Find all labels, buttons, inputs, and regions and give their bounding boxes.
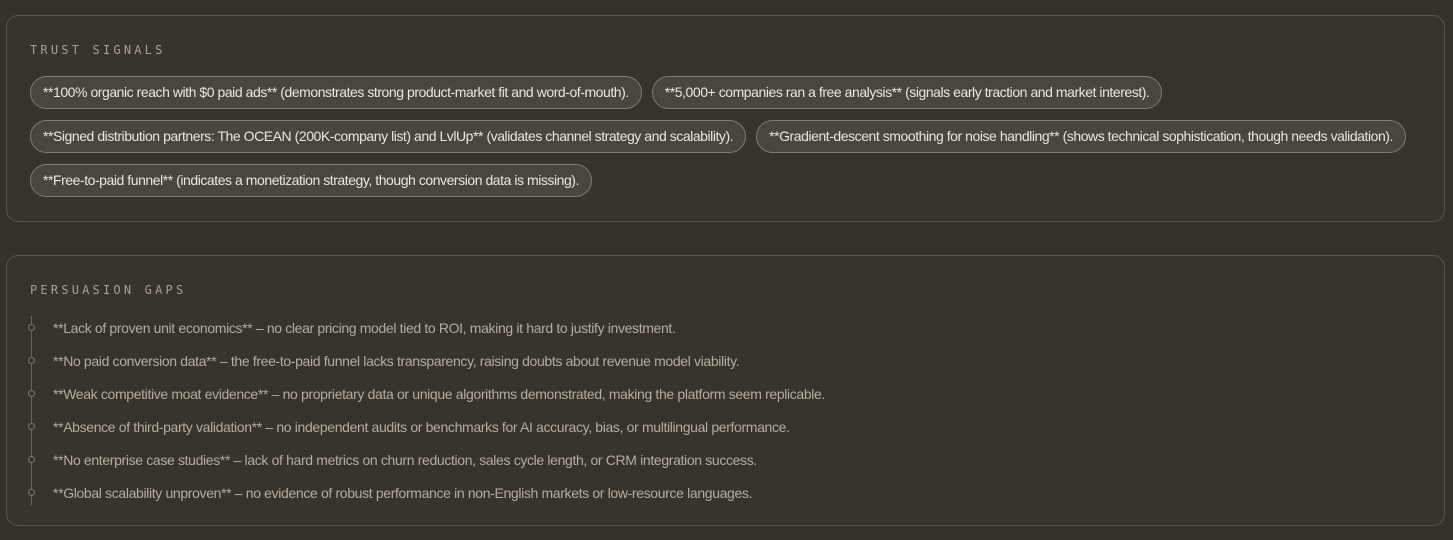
list-item: **Global scalability unproven** – no evi… — [28, 481, 825, 505]
trust-signals-title: TRUST SIGNALS — [30, 43, 166, 57]
list-item: **Weak competitive moat evidence** – no … — [28, 382, 826, 415]
trust-signal-chip: **5,000+ companies ran a free analysis**… — [651, 76, 1163, 109]
bullet-dot-icon — [28, 390, 35, 397]
bullet-dot-icon — [28, 324, 35, 331]
list-item: **Lack of proven unit economics** – no c… — [28, 316, 825, 349]
gap-text: **No enterprise case studies** – lack of… — [53, 452, 757, 468]
gap-text: **Weak competitive moat evidence** – no … — [53, 386, 826, 402]
list-item: **No paid conversion data** – the free-t… — [28, 349, 825, 382]
gap-text: **No paid conversion data** – the free-t… — [53, 353, 740, 369]
bullet-dot-icon — [28, 423, 35, 430]
trust-signal-chip: **100% organic reach with $0 paid ads** … — [30, 76, 642, 109]
list-item: **Absence of third-party validation** – … — [28, 415, 825, 448]
bullet-dot-icon — [28, 489, 35, 496]
trust-signals-chip-list: **100% organic reach with $0 paid ads** … — [30, 76, 1424, 197]
trust-signal-chip: **Free-to-paid funnel** (indicates a mon… — [30, 164, 592, 197]
trust-signal-chip: **Gradient-descent smoothing for noise h… — [756, 120, 1406, 153]
bullet-dot-icon — [28, 357, 35, 364]
persuasion-gaps-card: PERSUASION GAPS **Lack of proven unit ec… — [6, 255, 1445, 526]
persuasion-gaps-title: PERSUASION GAPS — [30, 283, 187, 297]
list-item: **No enterprise case studies** – lack of… — [28, 448, 825, 481]
gap-text: **Absence of third-party validation** – … — [53, 419, 790, 435]
persuasion-gaps-list: **Lack of proven unit economics** – no c… — [28, 316, 826, 505]
gap-text: **Global scalability unproven** – no evi… — [53, 485, 753, 501]
gap-text: **Lack of proven unit economics** – no c… — [53, 320, 676, 336]
trust-signal-chip: **Signed distribution partners: The OCEA… — [30, 120, 747, 153]
trust-signals-card: TRUST SIGNALS **100% organic reach with … — [6, 15, 1445, 222]
bullet-dot-icon — [28, 456, 35, 463]
